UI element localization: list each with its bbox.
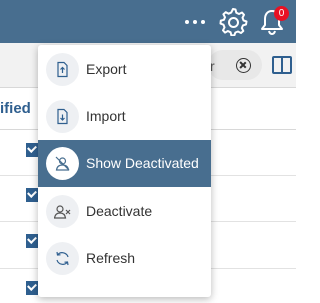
menu-item-label: Import bbox=[86, 108, 126, 124]
search-input[interactable] bbox=[208, 50, 262, 80]
export-icon bbox=[46, 53, 79, 86]
menu-item-import[interactable]: Import bbox=[38, 93, 211, 140]
row-checkbox[interactable] bbox=[26, 281, 38, 295]
refresh-icon bbox=[46, 242, 79, 275]
show-deactivated-icon bbox=[46, 147, 79, 180]
import-icon bbox=[46, 100, 79, 133]
menu-item-export[interactable]: Export bbox=[38, 46, 211, 93]
deactivate-user-icon bbox=[46, 195, 79, 228]
side-panel-toggle-icon[interactable] bbox=[272, 56, 292, 74]
menu-item-deactivate[interactable]: Deactivate bbox=[38, 188, 211, 235]
menu-item-show-deactivated[interactable]: Show Deactivated bbox=[38, 140, 211, 187]
more-options-icon[interactable] bbox=[184, 11, 208, 31]
gear-icon[interactable] bbox=[218, 6, 248, 37]
menu-item-label: Refresh bbox=[86, 250, 136, 266]
column-header-label: ified bbox=[0, 100, 31, 117]
top-header-bar bbox=[0, 0, 296, 43]
row-checkbox[interactable] bbox=[26, 143, 38, 157]
more-options-menu: Export Import Show Deactivated Deactivat… bbox=[38, 45, 211, 297]
clear-search-icon[interactable] bbox=[236, 58, 251, 73]
menu-item-label: Show Deactivated bbox=[86, 155, 199, 171]
menu-item-label: Deactivate bbox=[86, 203, 153, 219]
row-checkbox[interactable] bbox=[26, 188, 38, 202]
menu-item-label: Export bbox=[86, 61, 127, 77]
notification-badge: 0 bbox=[274, 6, 289, 21]
row-checkbox[interactable] bbox=[26, 234, 38, 248]
menu-item-refresh[interactable]: Refresh bbox=[38, 235, 211, 282]
